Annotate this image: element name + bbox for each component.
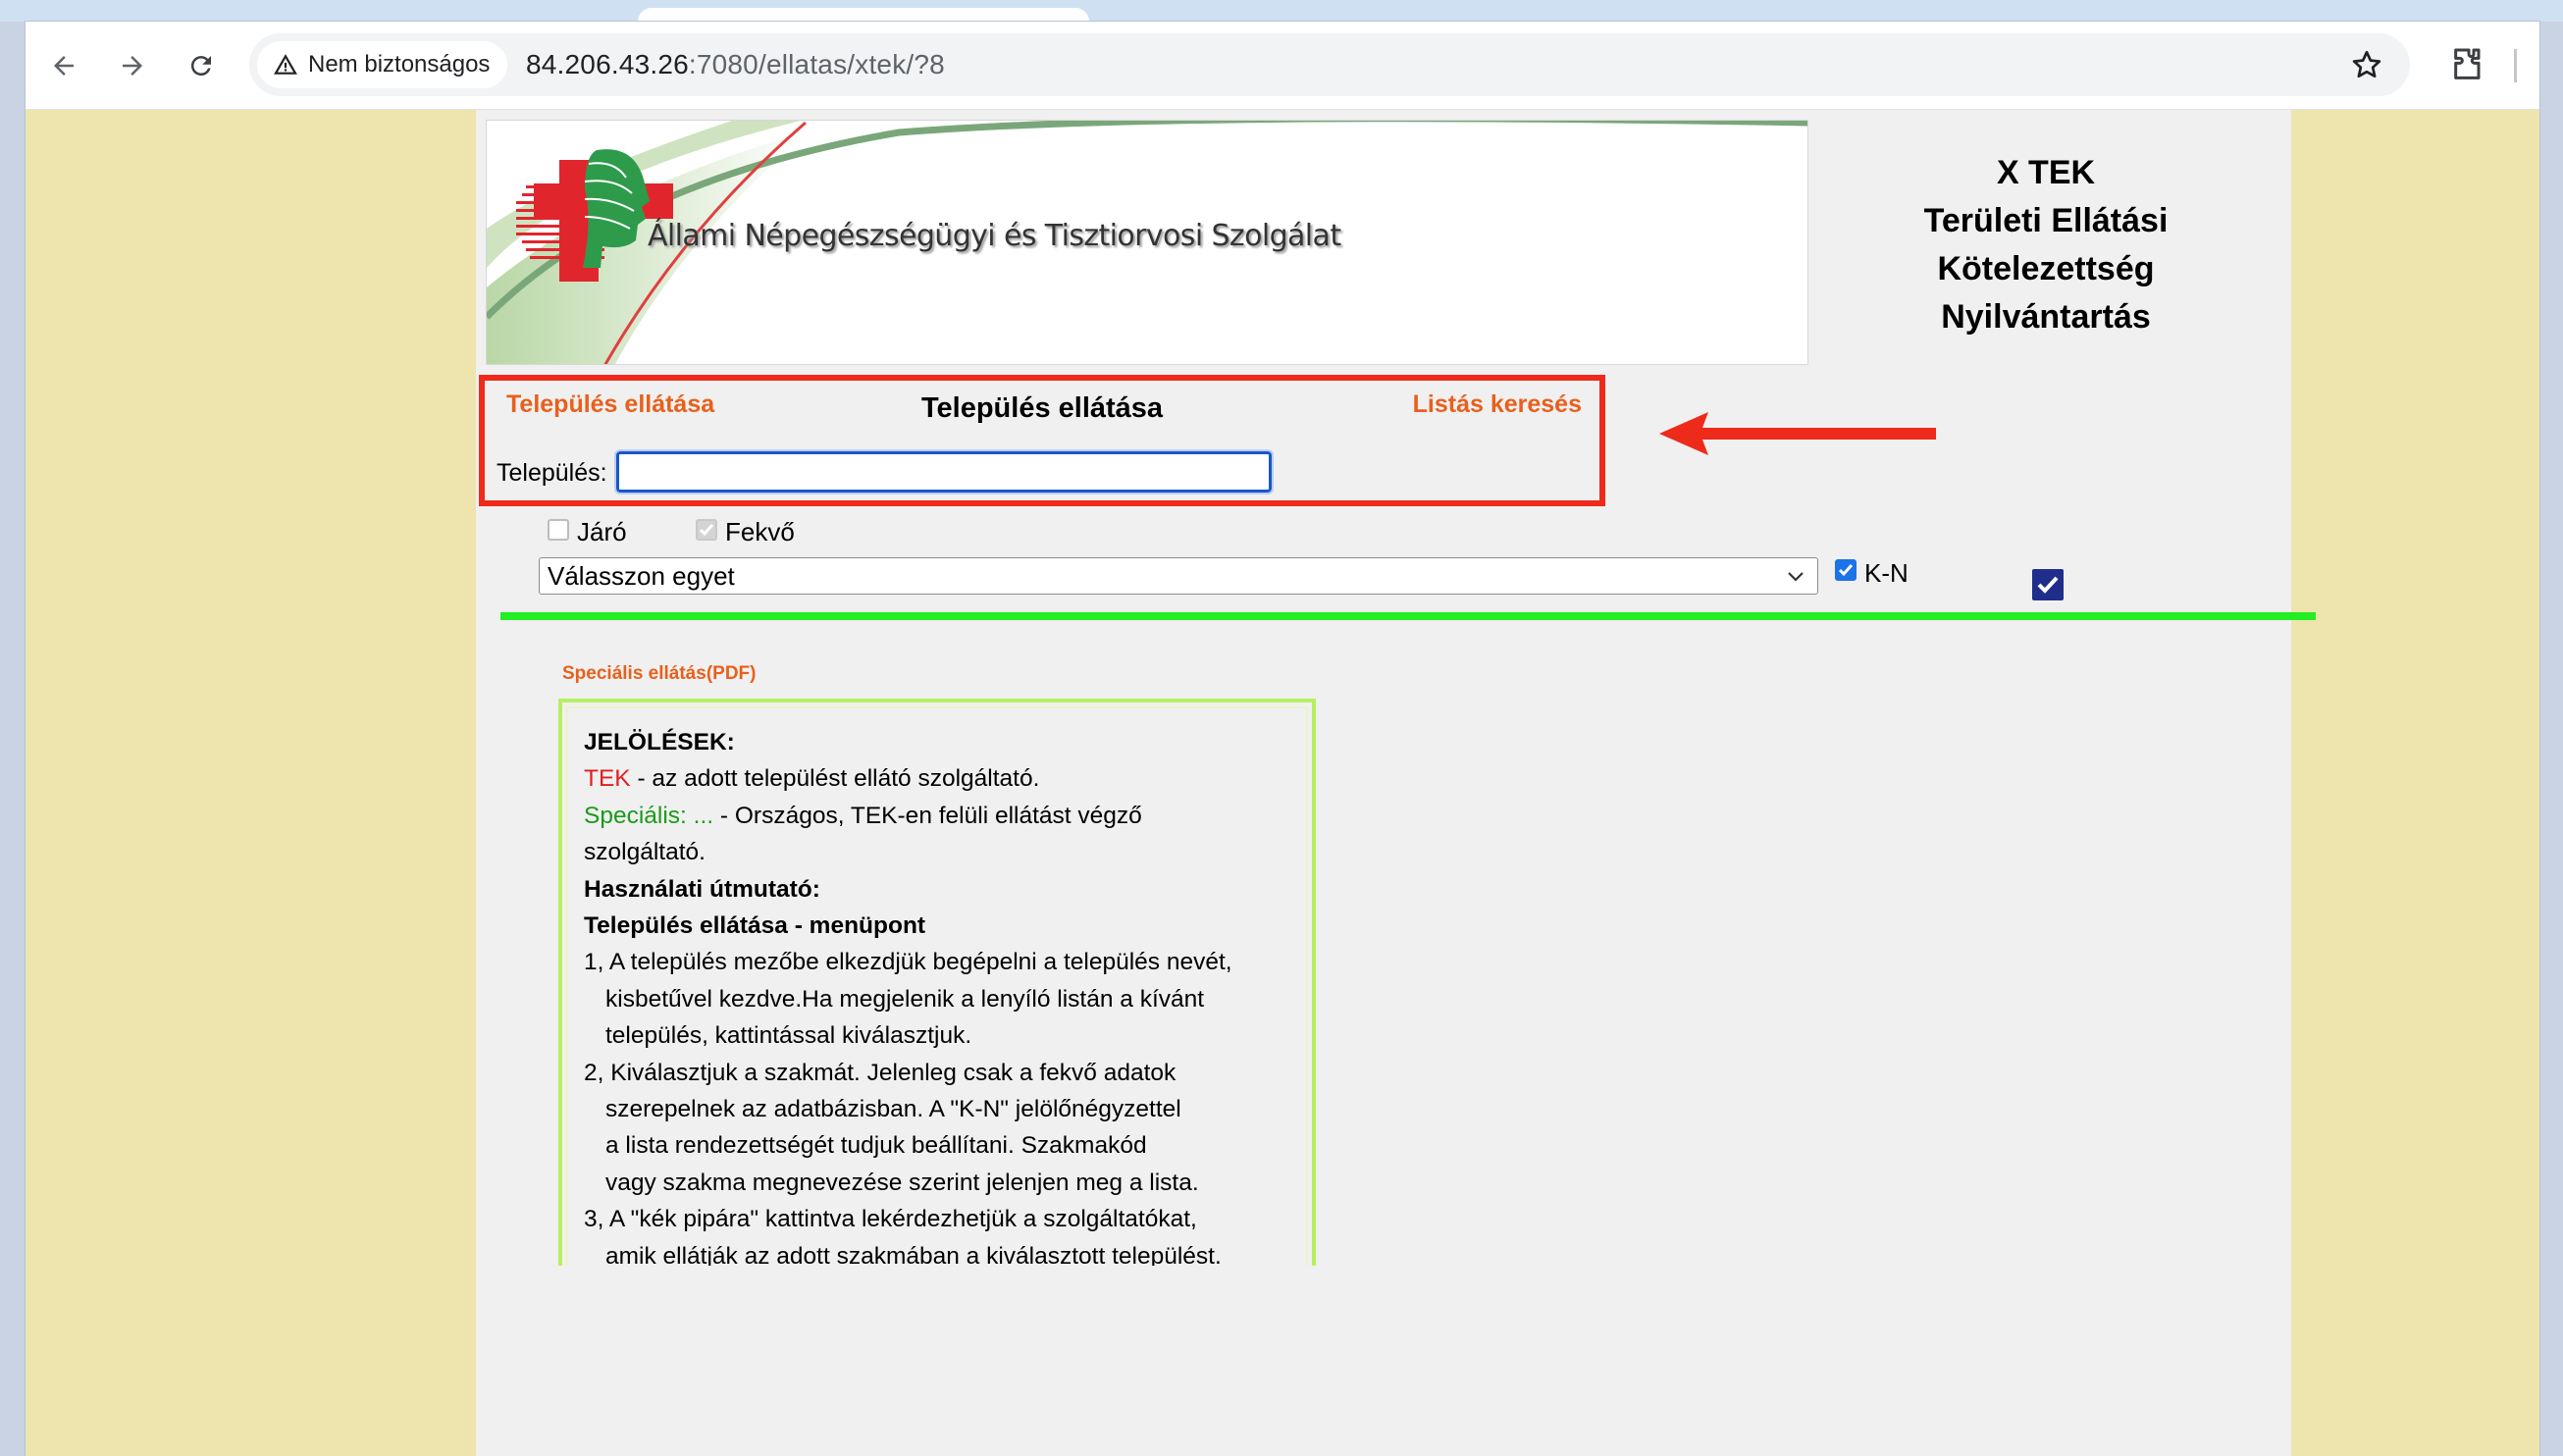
forward-icon[interactable] — [110, 43, 155, 88]
legend-heading: JELÖLÉSEK: — [584, 729, 735, 755]
step2-line-c: a lista rendezettségét tudjuk beállítani… — [605, 1132, 1147, 1160]
extensions-icon[interactable] — [2449, 45, 2488, 84]
back-icon[interactable] — [41, 43, 86, 88]
kn-checkbox[interactable] — [1835, 559, 1857, 581]
telepules-input[interactable] — [614, 449, 1274, 494]
step2-line-a: 2, Kiválasztjuk a szakmát. Jelenleg csak… — [584, 1059, 1177, 1086]
security-chip-label: Nem biztonságos — [308, 51, 491, 78]
legend-panel: JELÖLÉSEK: TEK - az adott települést ell… — [558, 699, 1316, 1266]
check-icon — [699, 524, 714, 537]
red-arrow-annotation — [1659, 412, 1936, 455]
step3-line-b: amik ellátják az adott szakmában a kivál… — [605, 1242, 1222, 1266]
step3-line-a: 3, A "kék pipára" kattintva lekérdezhetj… — [584, 1206, 1197, 1233]
blue-check-icon — [2037, 576, 2059, 594]
step2-line-d: vagy szakma megnevezése szerint jelenjen… — [605, 1169, 1199, 1196]
query-checkmark-button[interactable] — [2032, 569, 2064, 600]
fekvo-checkbox[interactable] — [696, 519, 717, 541]
chevron-down-icon — [1788, 572, 1804, 582]
page-title: X TEK Területi Ellátási Kötelezettség Ny… — [1830, 149, 2262, 341]
title-line-2: Területi Ellátási — [1923, 202, 2169, 239]
jaro-label: Járó — [577, 517, 627, 546]
title-line-3: Kötelezettség — [1937, 250, 2155, 287]
title-line-1: X TEK — [1996, 154, 2096, 191]
listas-kereses-link[interactable]: Listás keresés — [1413, 390, 1582, 419]
legend-text: JELÖLÉSEK: TEK - az adott települést ell… — [584, 724, 1290, 1266]
warning-icon — [274, 54, 297, 75]
tek-tag: TEK — [584, 765, 631, 793]
spec-text: - Országos, TEK-en felüli ellátást végző — [713, 802, 1142, 829]
toolbar-divider — [2514, 49, 2518, 82]
menu-heading: Település ellátása - menüpont — [584, 912, 926, 940]
star-icon[interactable] — [2349, 47, 2384, 82]
tek-text: - az adott települést ellátó szolgáltató… — [630, 765, 1040, 793]
highlighted-search-panel: Település ellátása Település ellátása Li… — [479, 375, 1605, 506]
kn-label: K-N — [1864, 558, 1909, 588]
spec-tag: Speciális: ... — [584, 802, 714, 829]
szakma-select[interactable]: Válasszon egyet — [539, 557, 1818, 595]
fekvo-label: Fekvő — [725, 517, 795, 546]
legend-spec-line: Speciális: ... - Országos, TEK-en felüli… — [584, 798, 1290, 834]
browser-toolbar: Nem biztonságos 84.206.43.26:7080/ellata… — [26, 22, 2539, 110]
url-text[interactable]: 84.206.43.26:7080/ellatas/xtek/?8 — [526, 49, 945, 80]
url-host: 84.206.43.26 — [526, 49, 689, 79]
usage-heading: Használati útmutató: — [584, 875, 820, 903]
step1-line-b: kisbetűvel kezdve.Ha megjelenik a lenyíl… — [605, 985, 1205, 1013]
check-icon — [1838, 564, 1854, 577]
step1-line-c: település, kattintással kiválasztjuk. — [605, 1022, 972, 1050]
page-content: Állami Népegészségügyi és Tisztiorvosi S… — [476, 110, 2316, 1456]
address-bar[interactable]: Nem biztonságos 84.206.43.26:7080/ellata… — [249, 33, 2410, 96]
org-name: Állami Népegészségügyi és Tisztiorvosi S… — [648, 219, 1341, 253]
tab-strip — [0, 0, 2563, 24]
url-path: :7080/ellatas/xtek/?8 — [688, 49, 945, 79]
reload-icon[interactable] — [179, 43, 224, 88]
legend-tek-line: TEK - az adott települést ellátó szolgál… — [584, 760, 1290, 797]
telepules-label: Település: — [497, 459, 607, 487]
browser-window: Nem biztonságos 84.206.43.26:7080/ellata… — [26, 22, 2539, 1456]
jaro-checkbox[interactable] — [548, 519, 569, 541]
szakma-select-value: Válasszon egyet — [548, 561, 735, 591]
specialis-ellatas-pdf-link[interactable]: Speciális ellátás(PDF) — [562, 663, 756, 685]
green-divider — [500, 612, 2316, 620]
security-chip[interactable]: Nem biztonságos — [257, 41, 508, 88]
title-line-4: Nyilvántartás — [1941, 298, 2151, 336]
legend-spec-line-2: szolgáltató. — [584, 839, 706, 866]
step2-line-b: szerepelnek az adatbázisban. A "K-N" jel… — [605, 1096, 1181, 1123]
step1-line-a: 1, A település mezőbe elkezdjük begépeln… — [584, 949, 1232, 976]
header-banner: Állami Népegészségügyi és Tisztiorvosi S… — [486, 120, 1808, 365]
